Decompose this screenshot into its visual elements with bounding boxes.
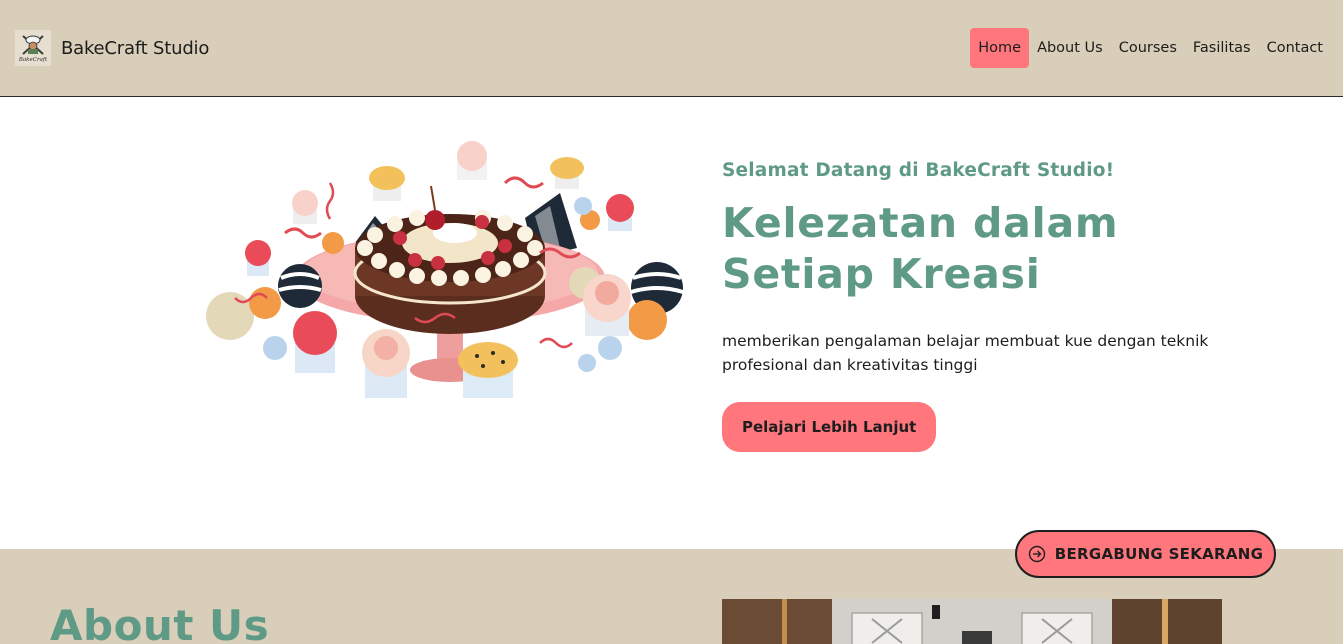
nav-about-us[interactable]: About Us	[1029, 28, 1111, 68]
arrow-right-circle-icon	[1028, 545, 1045, 563]
logo-text: BakeCraft	[18, 57, 48, 63]
headline-line-1: Kelezatan dalam	[722, 199, 1119, 247]
hero-section: Selamat Datang di BakeCraft Studio! Kele…	[722, 160, 1282, 452]
welcome-text: Selamat Datang di BakeCraft Studio!	[722, 160, 1115, 181]
about-title: About Us	[50, 601, 270, 644]
studio-kitchen-photo	[722, 599, 1222, 644]
learn-more-button[interactable]: Pelajari Lebih Lanjut	[722, 402, 937, 452]
nav-contact[interactable]: Contact	[1259, 28, 1331, 68]
hero-description: memberikan pengalaman belajar membuat ku…	[722, 332, 1209, 374]
cake-and-cupcakes-illustration	[206, 141, 684, 398]
nav-fasilitas[interactable]: Fasilitas	[1185, 28, 1259, 68]
chef-whisk-logo-icon: BakeCraft	[15, 30, 51, 66]
navbar: BakeCraft BakeCraft Studio Home About Us…	[0, 0, 1343, 97]
hero-headline: Kelezatan dalam Setiap Kreasi	[722, 198, 1282, 300]
join-now-label: BERGABUNG SEKARANG	[1054, 545, 1264, 563]
nav-courses[interactable]: Courses	[1111, 28, 1185, 68]
main-nav: Home About Us Courses Fasilitas Contact	[970, 28, 1331, 68]
nav-home[interactable]: Home	[970, 28, 1030, 68]
brand-name: BakeCraft Studio	[61, 37, 210, 59]
join-now-button[interactable]: BERGABUNG SEKARANG	[1015, 530, 1276, 578]
brand[interactable]: BakeCraft BakeCraft Studio	[15, 30, 209, 66]
headline-line-2: Setiap Kreasi	[722, 250, 1041, 298]
